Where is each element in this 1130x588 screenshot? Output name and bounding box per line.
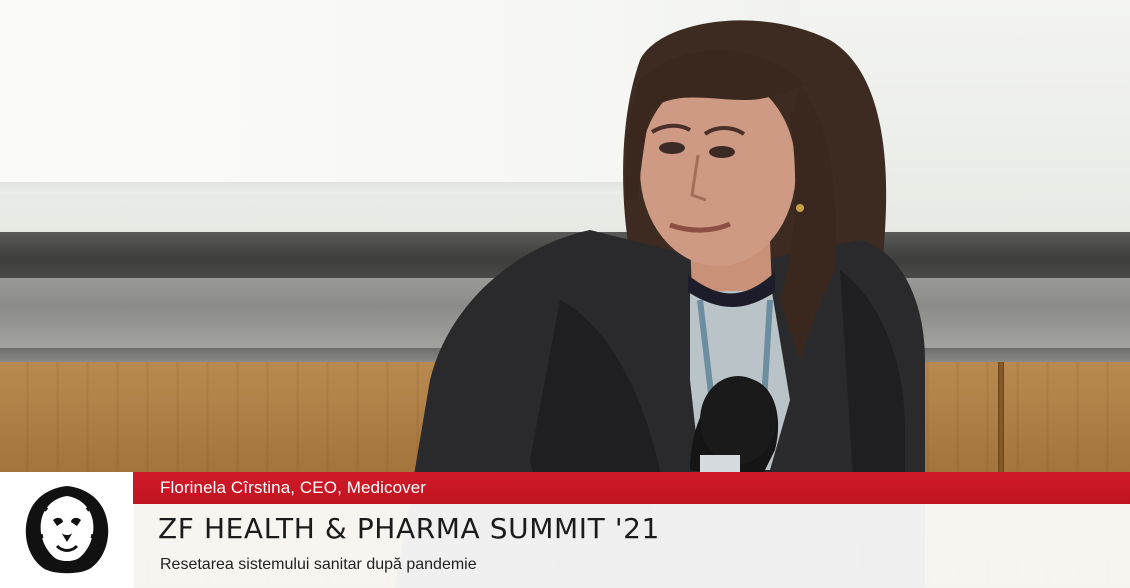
session-title: Resetarea sistemului sanitar după pandem…	[160, 556, 477, 573]
speaker-name: Florinela Cîrstina, CEO, Medicover	[160, 478, 427, 497]
lion-head-logo-icon	[25, 486, 108, 574]
event-title: ZF HEALTH & PHARMA SUMMIT '21	[158, 512, 660, 545]
channel-logo	[0, 472, 134, 588]
video-frame: Florinela Cîrstina, CEO, Medicover ZF HE…	[0, 0, 1130, 588]
